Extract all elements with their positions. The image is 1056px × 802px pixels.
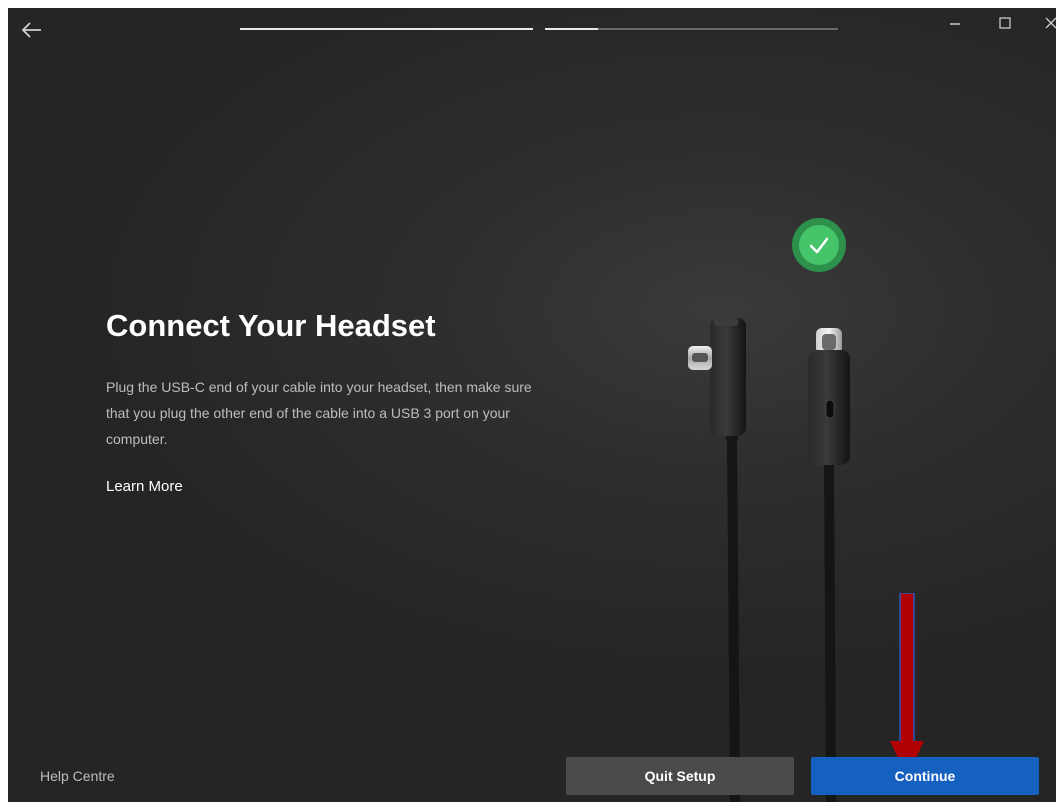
checkmark-circle-icon bbox=[792, 218, 846, 272]
progress-step-1-fill bbox=[240, 28, 533, 30]
page-title: Connect Your Headset bbox=[106, 308, 436, 343]
help-centre-link[interactable]: Help Centre bbox=[40, 768, 115, 784]
back-button[interactable] bbox=[18, 16, 46, 44]
annotation-arrow-icon bbox=[890, 593, 924, 777]
minimize-icon bbox=[950, 23, 960, 25]
instructions-text: Plug the USB-C end of your cable into yo… bbox=[106, 379, 532, 447]
close-button[interactable] bbox=[1042, 10, 1056, 36]
learn-more-link[interactable]: Learn More bbox=[106, 478, 183, 495]
quit-setup-button[interactable]: Quit Setup bbox=[566, 757, 794, 795]
usb-c-cable-icon bbox=[688, 318, 850, 802]
maximize-button[interactable] bbox=[990, 10, 1020, 36]
progress-step-1 bbox=[240, 28, 533, 30]
minimize-button[interactable] bbox=[940, 10, 970, 36]
cable-illustration bbox=[648, 208, 888, 802]
maximize-icon bbox=[999, 17, 1011, 29]
continue-button[interactable]: Continue bbox=[811, 757, 1039, 795]
setup-window: Connect Your Headset Plug the USB-C end … bbox=[8, 8, 1056, 802]
progress-step-2 bbox=[545, 28, 838, 30]
arrow-left-icon bbox=[21, 22, 41, 38]
close-icon bbox=[1045, 17, 1056, 29]
progress-step-2-fill bbox=[545, 28, 598, 30]
